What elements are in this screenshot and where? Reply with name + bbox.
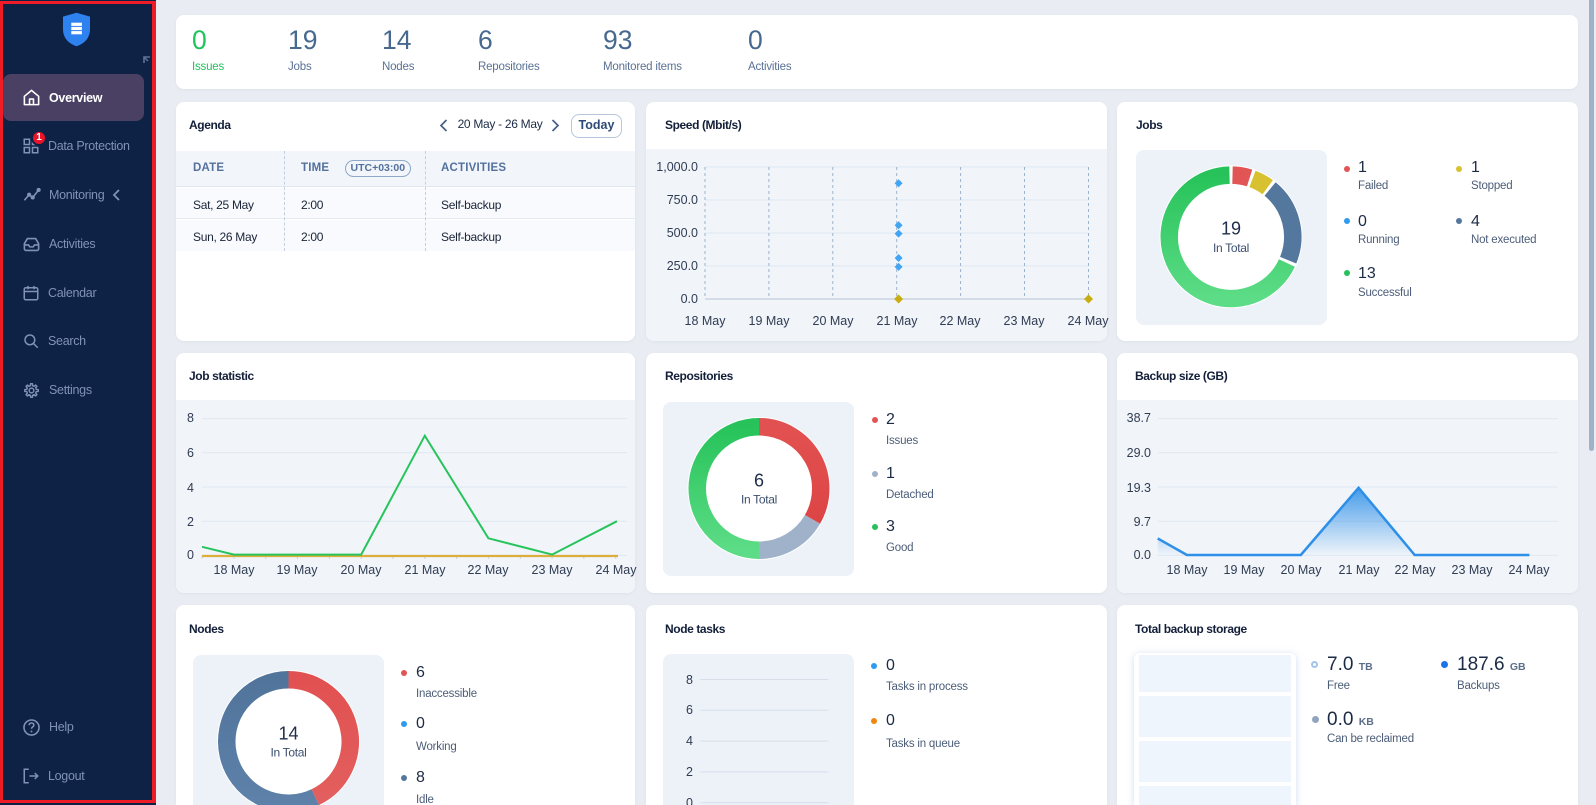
svg-text:14: 14: [278, 723, 298, 743]
svg-text:6: 6: [754, 470, 764, 490]
svg-text:In Total: In Total: [270, 746, 306, 760]
svg-text:In Total: In Total: [1213, 241, 1249, 255]
svg-text:In Total: In Total: [741, 493, 777, 507]
svg-text:19: 19: [1221, 219, 1241, 239]
